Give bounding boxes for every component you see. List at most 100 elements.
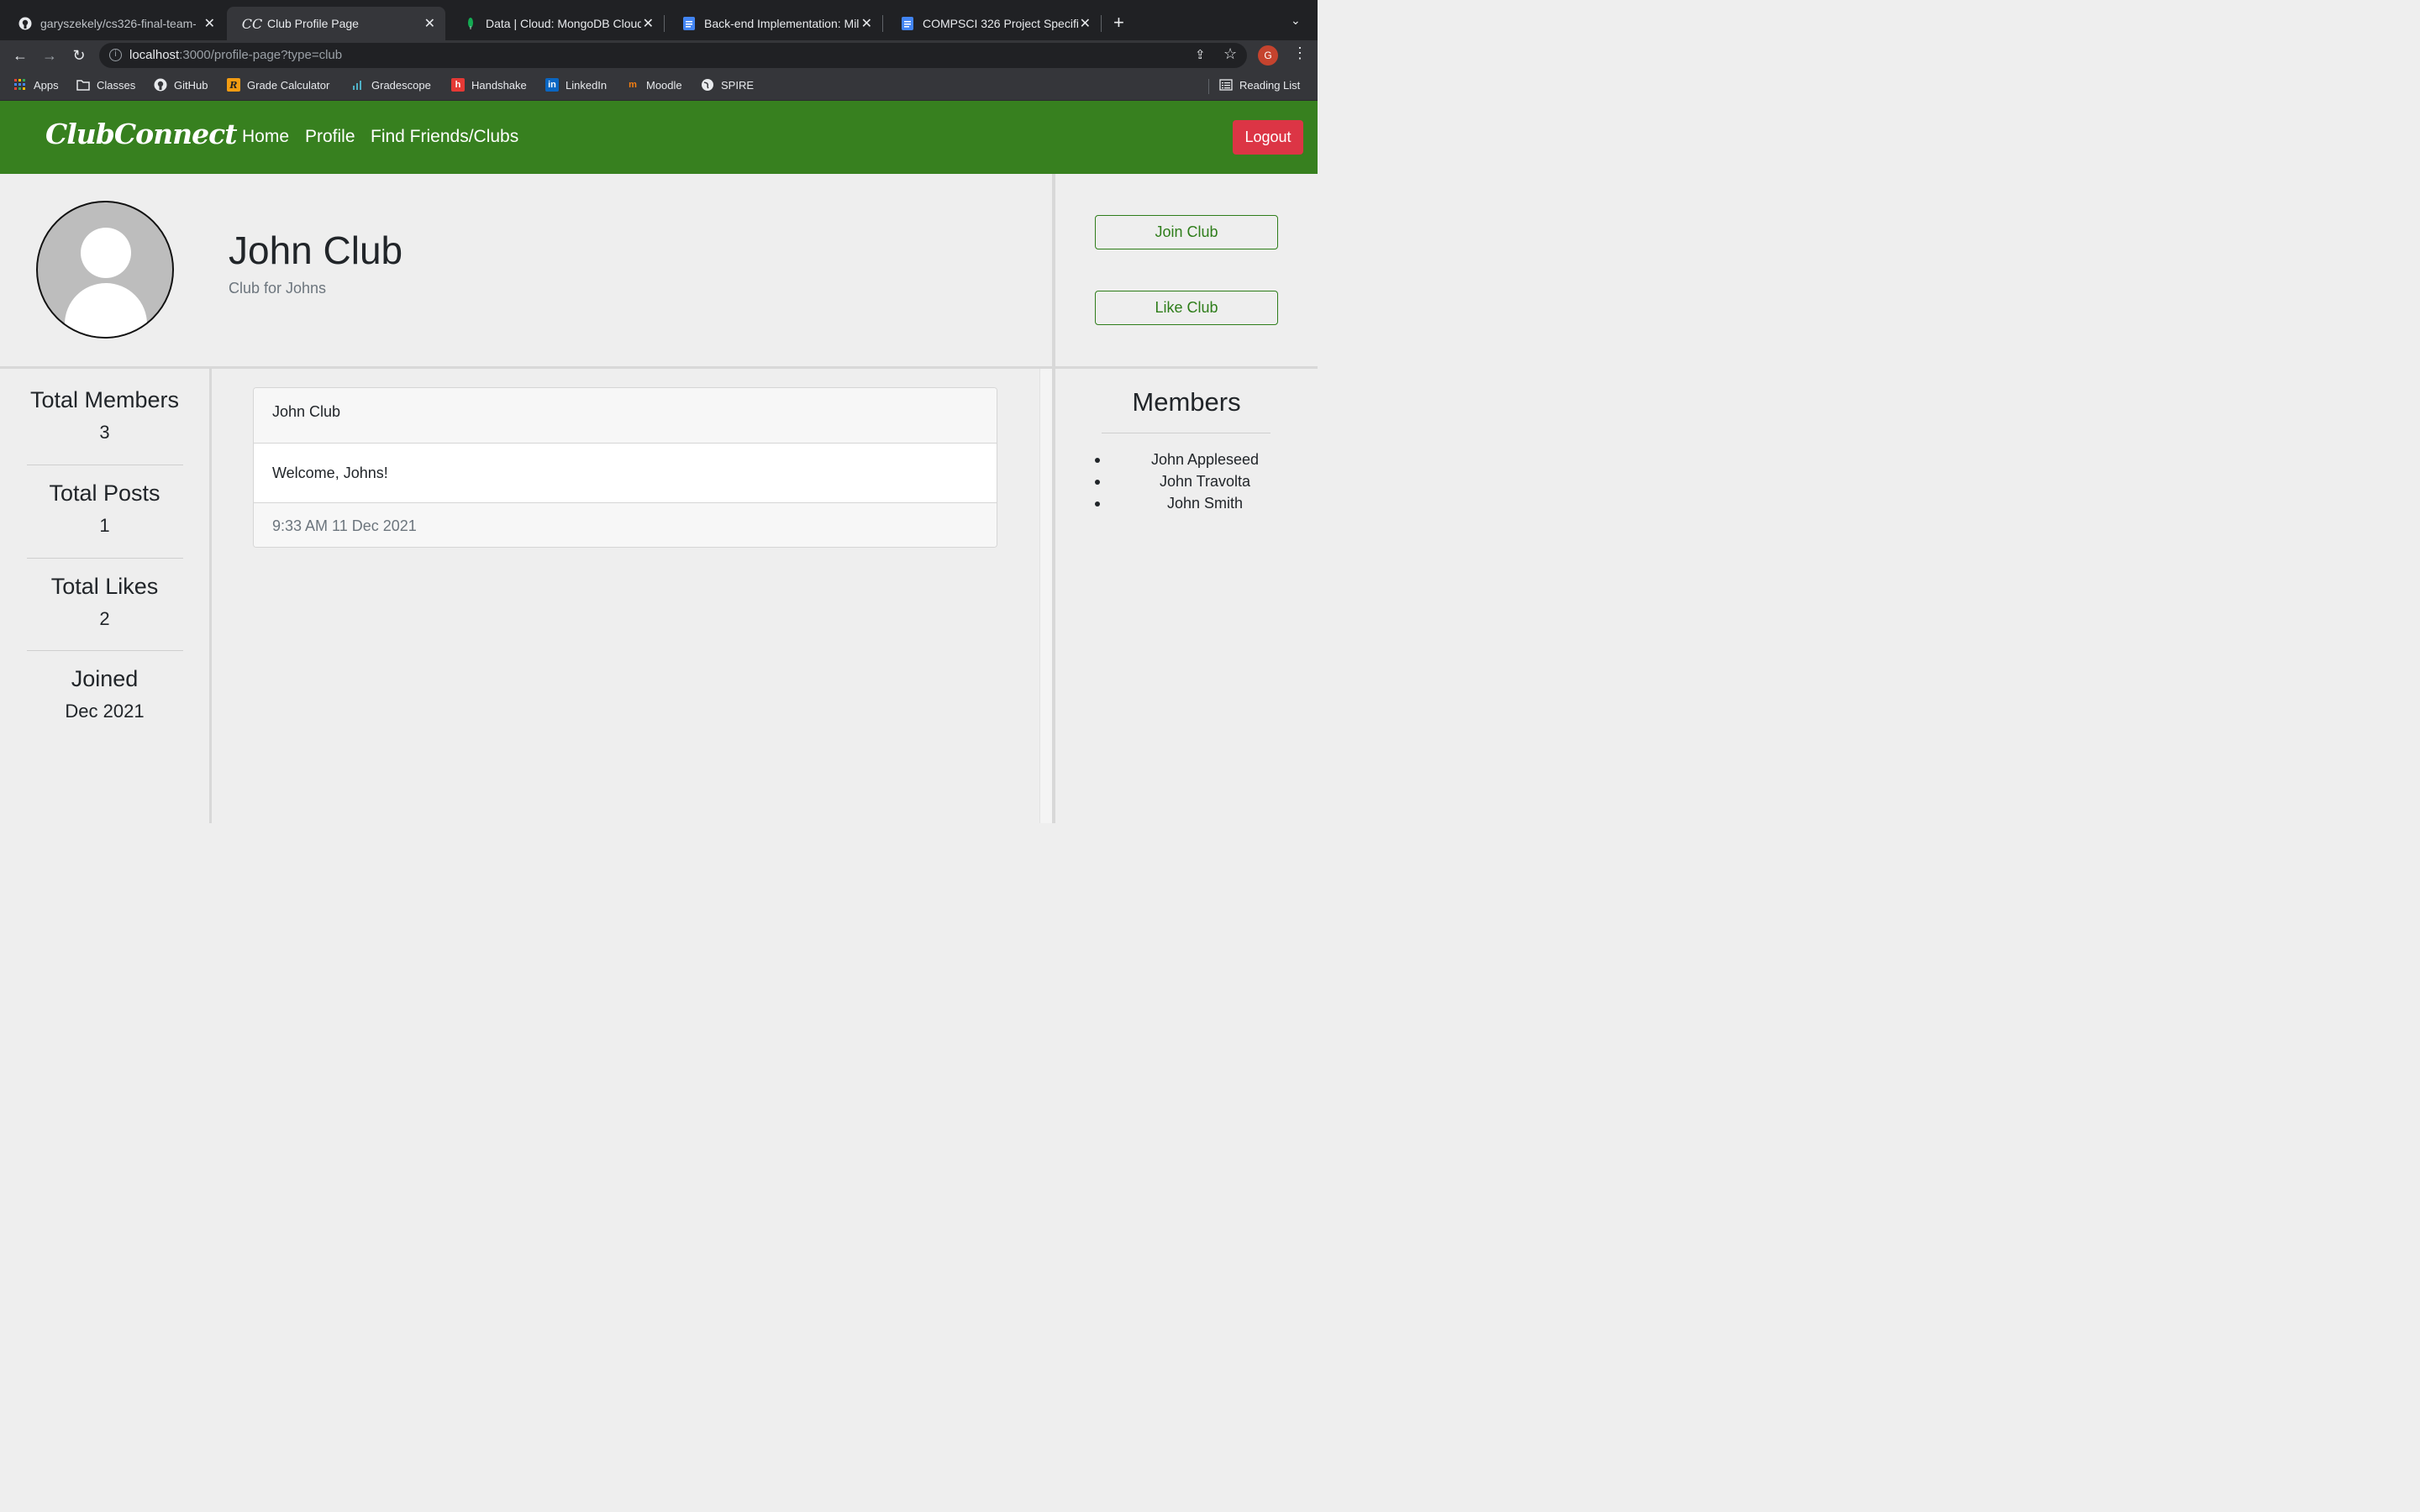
- bookmark-github[interactable]: GitHub: [154, 78, 208, 92]
- bookmark-moodle[interactable]: m Moodle: [626, 78, 682, 92]
- tab-label: COMPSCI 326 Project Specific: [923, 17, 1078, 30]
- address-bar[interactable]: i localhost:3000/profile-page?type=club …: [99, 43, 1247, 68]
- bookmark-label: SPIRE: [721, 78, 755, 92]
- github-icon: [18, 17, 32, 30]
- reading-list-icon: [1219, 78, 1233, 92]
- bookmark-label: Classes: [97, 78, 136, 92]
- share-icon[interactable]: ⇪: [1195, 47, 1206, 62]
- stat-total-likes: Total Likes 2: [0, 574, 209, 630]
- reading-list-button[interactable]: Reading List: [1219, 78, 1300, 92]
- bullet: [1095, 501, 1100, 507]
- stat-joined: Joined Dec 2021: [0, 666, 209, 722]
- profile-actions: Join Club Like Club: [1055, 174, 1318, 367]
- stat-divider: [27, 650, 183, 651]
- avatar: [36, 201, 174, 339]
- nav-link-home[interactable]: Home: [242, 127, 289, 147]
- bookmark-grade-calculator[interactable]: R Grade Calculator: [227, 78, 329, 92]
- stats-column: Total Members 3 Total Posts 1 Total Like…: [0, 369, 209, 823]
- avatar-body: [65, 283, 147, 337]
- handshake-icon: h: [451, 78, 465, 92]
- google-docs-icon: [682, 17, 696, 30]
- stat-value: 1: [99, 515, 110, 536]
- stat-label: Total Posts: [49, 480, 160, 506]
- reload-icon[interactable]: ↻: [68, 45, 90, 66]
- stat-value: 2: [99, 608, 110, 629]
- nav-link-find-friends-clubs[interactable]: Find Friends/Clubs: [371, 127, 518, 147]
- stat-label: Joined: [71, 666, 139, 691]
- bookmark-spire[interactable]: SPIRE: [701, 78, 754, 92]
- folder-icon: [76, 78, 90, 92]
- more-menu-icon[interactable]: ⋮: [1292, 45, 1307, 62]
- reading-list-label: Reading List: [1239, 78, 1301, 92]
- like-club-button[interactable]: Like Club: [1095, 291, 1278, 325]
- bookmark-linkedin[interactable]: in LinkedIn: [545, 78, 607, 92]
- browser-tab-active[interactable]: CC Club Profile Page ✕: [227, 7, 445, 40]
- browser-tab[interactable]: COMPSCI 326 Project Specific ✕: [882, 7, 1101, 40]
- stat-total-members: Total Members 3: [0, 387, 209, 444]
- gradescope-icon: [351, 78, 365, 92]
- bookmark-label: LinkedIn: [566, 78, 608, 92]
- bookmark-classes[interactable]: Classes: [76, 78, 135, 92]
- scrollbar[interactable]: [1039, 369, 1052, 823]
- bookmark-star-icon[interactable]: ☆: [1223, 45, 1237, 63]
- bookmark-label: Moodle: [646, 78, 682, 92]
- back-arrow-icon[interactable]: ←: [9, 45, 31, 66]
- close-icon[interactable]: ✕: [204, 15, 215, 32]
- tab-separator: [1101, 15, 1102, 32]
- bookmark-gradescope[interactable]: Gradescope: [351, 78, 431, 92]
- bookmark-label: Handshake: [471, 78, 527, 92]
- browser-toolbar: ← → ↻ i localhost:3000/profile-page?type…: [0, 40, 1318, 71]
- url-text[interactable]: localhost:3000/profile-page?type=club: [129, 48, 342, 62]
- bookmark-apps[interactable]: Apps: [13, 78, 59, 92]
- url-host: localhost: [129, 48, 180, 62]
- browser-tab[interactable]: garyszekely/cs326-final-team- ✕: [0, 7, 225, 40]
- site-info-icon[interactable]: i: [109, 49, 122, 61]
- nav-link-profile[interactable]: Profile: [305, 127, 355, 147]
- bookmark-label: Grade Calculator: [247, 78, 330, 92]
- bookmark-separator: [1208, 79, 1209, 94]
- chevron-down-icon[interactable]: ⌄: [1291, 13, 1301, 28]
- logout-button[interactable]: Logout: [1233, 120, 1303, 155]
- close-icon[interactable]: ✕: [643, 15, 654, 32]
- stat-value: Dec 2021: [65, 701, 145, 722]
- profile-header: John Club Club for Johns: [0, 174, 1052, 367]
- tab-label: Data | Cloud: MongoDB Cloud: [486, 17, 641, 30]
- tab-label: Club Profile Page: [267, 17, 359, 30]
- profile-avatar[interactable]: G: [1258, 45, 1278, 66]
- stat-label: Total Members: [29, 387, 180, 412]
- bookmark-label: Apps: [34, 78, 59, 92]
- members-panel: Members John Appleseed John Travolta Joh…: [1055, 369, 1318, 823]
- close-icon[interactable]: ✕: [1080, 15, 1091, 32]
- post-text: Welcome, Johns!: [272, 465, 388, 481]
- join-club-button[interactable]: Join Club: [1095, 215, 1278, 249]
- app-navbar: ClubConnect Home Profile Find Friends/Cl…: [0, 101, 1318, 174]
- new-tab-icon[interactable]: +: [1113, 12, 1124, 34]
- member-name[interactable]: John Appleseed: [1121, 451, 1289, 469]
- club-description: Club for Johns: [229, 280, 327, 297]
- grade-calculator-icon: R: [227, 78, 240, 92]
- browser-tab[interactable]: Data | Cloud: MongoDB Cloud ✕: [445, 7, 664, 40]
- mongodb-leaf-icon: [464, 17, 477, 30]
- globe-icon: [701, 78, 714, 92]
- forward-arrow-icon[interactable]: →: [39, 45, 60, 66]
- post-feed: John Club Welcome, Johns! 9:33 AM 11 Dec…: [212, 369, 1039, 823]
- browser-tab-bar: garyszekely/cs326-final-team- ✕ CC Club …: [0, 0, 1318, 40]
- avatar-head: [81, 228, 131, 278]
- close-icon[interactable]: ✕: [424, 15, 435, 32]
- brand-logo[interactable]: ClubConnect: [45, 118, 237, 150]
- url-path: :3000/profile-page?type=club: [179, 48, 343, 62]
- post-header: John Club: [254, 388, 997, 444]
- stat-total-posts: Total Posts 1: [0, 480, 209, 537]
- stat-label: Total Likes: [50, 574, 159, 599]
- apps-grid-icon: [13, 78, 27, 92]
- post-timestamp: 9:33 AM 11 Dec 2021: [272, 517, 417, 534]
- browser-tab[interactable]: Back-end Implementation: Mile ✕: [664, 7, 882, 40]
- close-icon[interactable]: ✕: [861, 15, 872, 32]
- bookmark-label: GitHub: [174, 78, 208, 92]
- member-name[interactable]: John Smith: [1121, 495, 1289, 512]
- page-title: John Club: [229, 228, 403, 272]
- bookmark-handshake[interactable]: h Handshake: [451, 78, 527, 92]
- member-name[interactable]: John Travolta: [1121, 473, 1289, 491]
- moodle-icon: m: [629, 80, 637, 90]
- tab-label: Back-end Implementation: Mile: [704, 17, 860, 30]
